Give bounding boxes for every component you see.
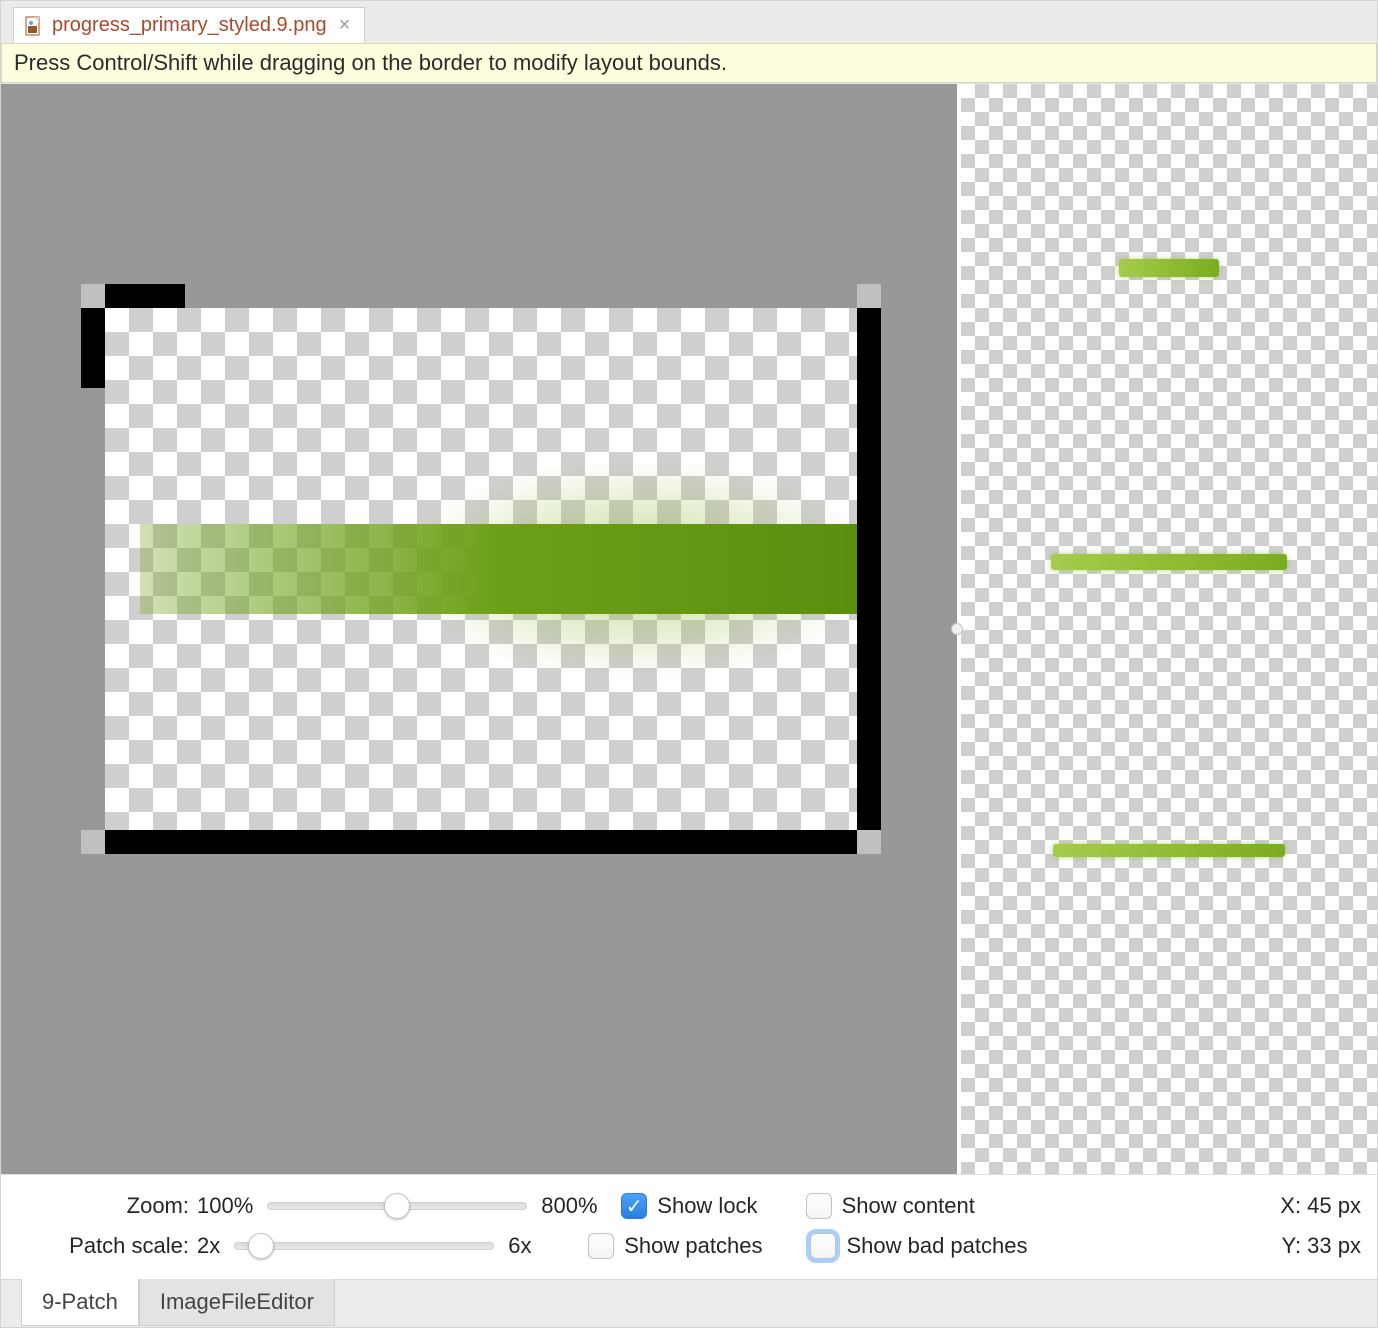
zoom-max-label: 800% xyxy=(541,1193,621,1219)
tab-9patch[interactable]: 9-Patch xyxy=(21,1279,139,1326)
zoom-slider-thumb[interactable] xyxy=(384,1193,410,1219)
editor-main xyxy=(1,83,1377,1174)
show-lock-checkbox[interactable]: ✓ Show lock xyxy=(621,1193,757,1219)
zoom-label: Zoom: xyxy=(17,1193,197,1219)
patch-scale-min-label: 2x xyxy=(197,1233,220,1259)
preview-sample-medium xyxy=(1051,554,1287,570)
cursor-y-readout: Y: 33 px xyxy=(1281,1233,1361,1259)
nine-patch-corner xyxy=(857,830,881,854)
tab-image-file-editor[interactable]: ImageFileEditor xyxy=(139,1279,335,1326)
nine-patch-corner xyxy=(857,284,881,308)
nine-patch-canvas[interactable] xyxy=(1,84,957,1174)
file-tabbar: progress_primary_styled.9.png × xyxy=(1,1,1377,43)
nine-patch-stretch-top[interactable] xyxy=(105,284,185,308)
file-tab[interactable]: progress_primary_styled.9.png × xyxy=(13,7,365,43)
nine-patch-content-bottom[interactable] xyxy=(105,830,857,854)
show-patches-label: Show patches xyxy=(624,1233,762,1259)
nine-patch-corner xyxy=(81,830,105,854)
patch-scale-max-label: 6x xyxy=(508,1233,588,1259)
preview-sample-large xyxy=(1053,844,1285,857)
show-content-checkbox[interactable]: Show content xyxy=(806,1193,975,1219)
zoom-slider[interactable] xyxy=(267,1202,527,1210)
preview-background xyxy=(961,84,1377,1174)
nine-patch-content-right[interactable] xyxy=(857,308,881,830)
checkbox-icon xyxy=(810,1233,836,1259)
zoom-min-label: 100% xyxy=(197,1193,253,1219)
panel-resize-handle[interactable] xyxy=(951,623,963,635)
show-content-label: Show content xyxy=(842,1193,975,1219)
show-bad-patches-label: Show bad patches xyxy=(846,1233,1027,1259)
controls-panel: Zoom: 100% 800% ✓ Show lock Show content… xyxy=(1,1174,1377,1279)
patch-scale-slider-thumb[interactable] xyxy=(248,1233,274,1259)
cursor-x-readout: X: 45 px xyxy=(1280,1193,1361,1219)
checkbox-icon xyxy=(588,1233,614,1259)
preview-panel xyxy=(957,84,1377,1174)
bottom-tabbar: 9-Patch ImageFileEditor xyxy=(1,1279,1377,1327)
nine-patch-corner xyxy=(81,284,105,308)
show-bad-patches-checkbox[interactable]: Show bad patches xyxy=(810,1233,1027,1259)
close-tab-icon[interactable]: × xyxy=(339,14,351,37)
preview-sample-small xyxy=(1119,259,1219,277)
checkbox-icon: ✓ xyxy=(621,1193,647,1219)
image-file-icon xyxy=(22,15,44,37)
hint-bar: Press Control/Shift while dragging on th… xyxy=(1,43,1377,83)
show-patches-checkbox[interactable]: Show patches xyxy=(588,1233,762,1259)
progress-bar-graphic xyxy=(140,524,857,614)
nine-patch-stretch-left[interactable] xyxy=(81,308,105,388)
checkbox-icon xyxy=(806,1193,832,1219)
file-tab-title: progress_primary_styled.9.png xyxy=(52,14,327,37)
patch-scale-label: Patch scale: xyxy=(17,1233,197,1259)
show-lock-label: Show lock xyxy=(657,1193,757,1219)
nine-patch-image[interactable] xyxy=(105,308,857,830)
patch-scale-slider[interactable] xyxy=(234,1242,494,1250)
